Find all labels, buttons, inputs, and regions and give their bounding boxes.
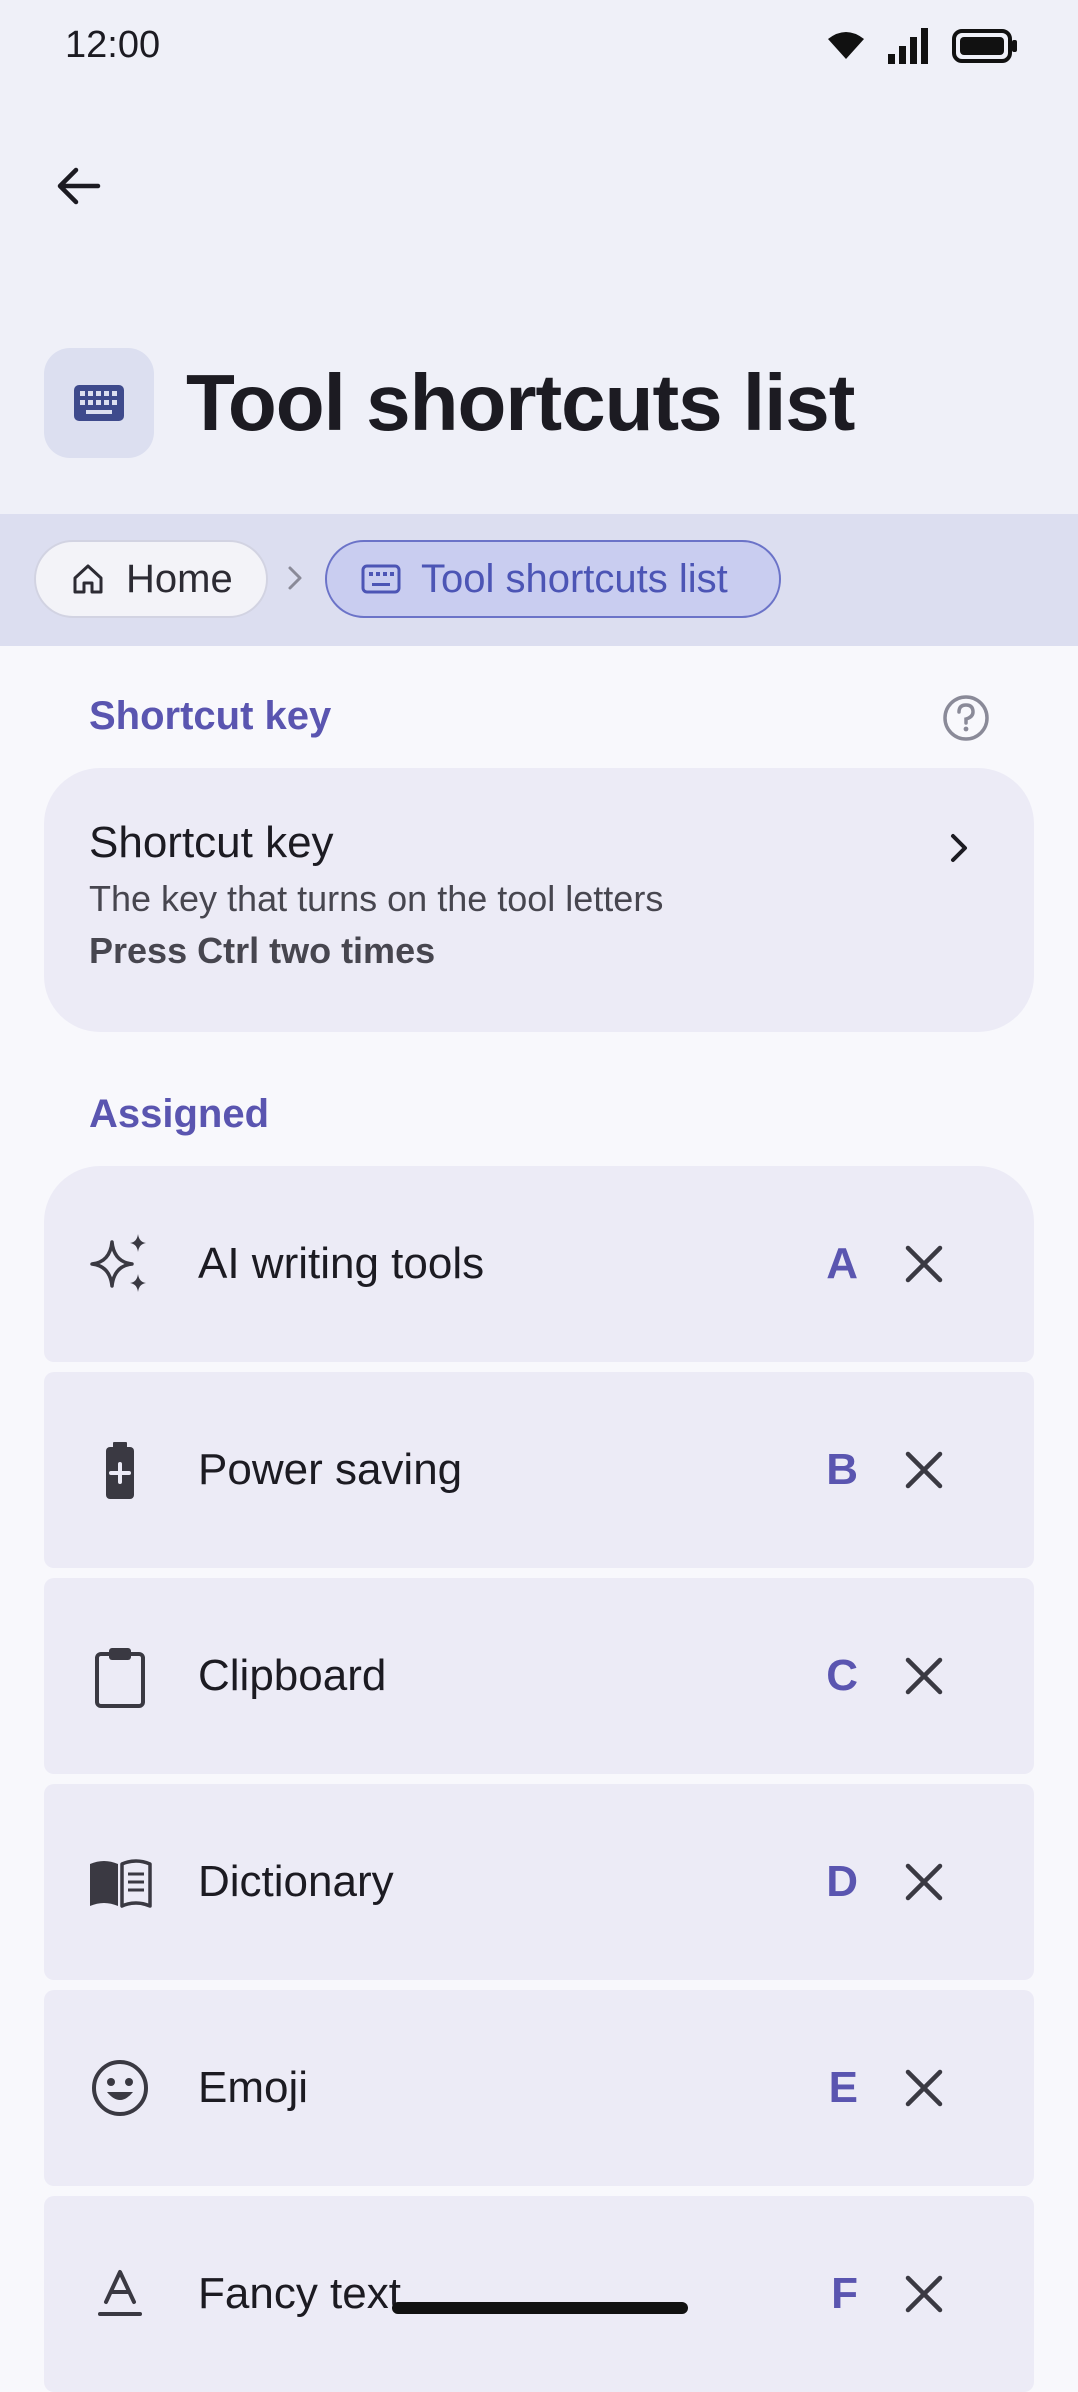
status-icons bbox=[826, 28, 1018, 64]
list-item-label: AI writing tools bbox=[198, 1239, 485, 1288]
shortcut-letter: E bbox=[828, 2063, 858, 2112]
battery-icon bbox=[88, 1438, 152, 1502]
breadcrumb-current[interactable]: Tool shortcuts list bbox=[325, 540, 781, 618]
home-indicator[interactable] bbox=[392, 2302, 688, 2314]
close-icon bbox=[905, 1863, 943, 1901]
clipboard-icon bbox=[88, 1644, 152, 1708]
list-item-label: Dictionary bbox=[198, 1857, 394, 1906]
close-icon bbox=[905, 1245, 943, 1283]
shortcut-key-title: Shortcut key bbox=[89, 818, 334, 867]
shortcut-key-card[interactable]: Shortcut key The key that turns on the t… bbox=[44, 768, 1034, 1032]
shortcut-letter: C bbox=[826, 1651, 858, 1700]
title-icon-box bbox=[44, 348, 154, 458]
status-time: 12:00 bbox=[65, 24, 161, 66]
list-item[interactable]: Clipboard C bbox=[44, 1578, 1034, 1774]
title-row: Tool shortcuts list bbox=[44, 348, 855, 458]
signal-icon bbox=[888, 28, 928, 64]
wifi-icon bbox=[828, 32, 864, 59]
list-item[interactable]: AI writing tools A bbox=[44, 1166, 1034, 1362]
list-item[interactable]: Dictionary D bbox=[44, 1784, 1034, 1980]
status-bar: 12:00 bbox=[0, 0, 1078, 100]
list-item-label: Clipboard bbox=[198, 1651, 387, 1700]
list-item-label: Emoji bbox=[198, 2063, 309, 2112]
page-title: Tool shortcuts list bbox=[186, 358, 855, 447]
list-item[interactable]: Power saving B bbox=[44, 1372, 1034, 1568]
remove-button[interactable] bbox=[896, 1442, 952, 1498]
close-icon bbox=[905, 2275, 943, 2313]
book-icon bbox=[88, 1850, 152, 1914]
remove-button[interactable] bbox=[896, 2266, 952, 2322]
list-item[interactable]: Fancy text F bbox=[44, 2196, 1034, 2392]
help-icon bbox=[943, 695, 989, 741]
sparkle-icon bbox=[88, 1232, 152, 1296]
shortcut-letter: F bbox=[831, 2269, 858, 2318]
close-icon bbox=[905, 2069, 943, 2107]
list-item[interactable]: Emoji E bbox=[44, 1990, 1034, 2186]
list-item-label: Fancy text bbox=[198, 2269, 401, 2318]
breadcrumb: Home Tool shortcuts list bbox=[0, 514, 1078, 646]
breadcrumb-separator-icon bbox=[284, 562, 306, 599]
help-button[interactable] bbox=[942, 694, 990, 747]
shortcut-letter: B bbox=[826, 1445, 858, 1494]
top-header-area: 12:00 Tool shortcuts list bbox=[0, 0, 1078, 514]
arrow-left-icon bbox=[57, 167, 101, 205]
remove-button[interactable] bbox=[896, 1854, 952, 1910]
shortcut-key-description: The key that turns on the tool letters bbox=[89, 878, 664, 919]
list-item-label: Power saving bbox=[198, 1445, 463, 1494]
remove-button[interactable] bbox=[896, 2060, 952, 2116]
battery-status-icon bbox=[952, 29, 1017, 63]
chevron-right-icon bbox=[944, 828, 974, 873]
back-button[interactable] bbox=[40, 148, 116, 224]
breadcrumb-current-label: Tool shortcuts list bbox=[421, 556, 728, 601]
emoji-icon bbox=[88, 2056, 152, 2120]
home-icon bbox=[73, 564, 103, 594]
assigned-section-header: Assigned bbox=[89, 1092, 270, 1136]
shortcut-letter: D bbox=[826, 1857, 858, 1906]
text-style-icon bbox=[88, 2262, 152, 2326]
breadcrumb-home[interactable]: Home bbox=[34, 540, 268, 618]
remove-button[interactable] bbox=[896, 1648, 952, 1704]
close-icon bbox=[905, 1451, 943, 1489]
shortcut-section-header: Shortcut key bbox=[89, 694, 332, 738]
shortcut-key-value: Press Ctrl two times bbox=[89, 930, 436, 971]
keyboard-icon bbox=[74, 385, 124, 421]
keyboard-icon bbox=[361, 564, 401, 594]
breadcrumb-home-label: Home bbox=[126, 556, 233, 601]
shortcut-letter: A bbox=[826, 1239, 858, 1288]
remove-button[interactable] bbox=[896, 1236, 952, 1292]
close-icon bbox=[905, 1657, 943, 1695]
